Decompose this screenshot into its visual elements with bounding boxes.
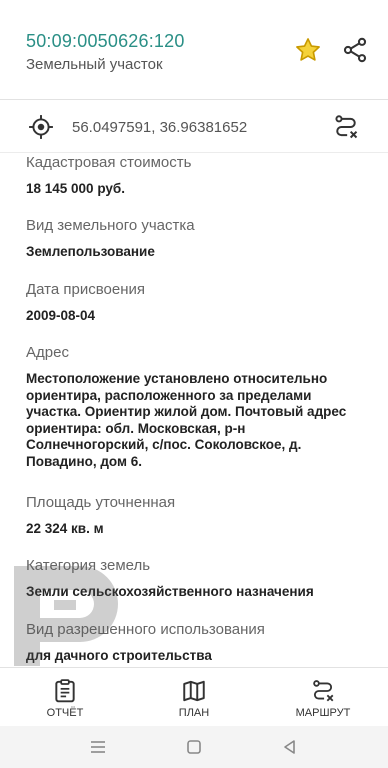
- report-icon: [55, 679, 75, 703]
- nav-report-button[interactable]: ОТЧЁТ: [15, 668, 115, 726]
- field-cadastral-cost: Кадастровая стоимость 18 145 000 руб.: [26, 153, 366, 198]
- field-permitted-use: Вид разрешенного использования для дачно…: [26, 620, 366, 665]
- map-icon: [183, 680, 205, 702]
- cadastral-number: 50:09:0050626:120: [26, 31, 185, 51]
- field-label: Категория земель: [26, 557, 151, 574]
- header: 50:09:0050626:120 Земельный участок: [0, 0, 388, 100]
- field-area: Площадь уточненная 22 324 кв. м: [26, 493, 366, 538]
- field-address: Адрес Местоположение установлено относит…: [26, 343, 366, 470]
- back-icon[interactable]: [280, 737, 300, 757]
- coordinates-text[interactable]: 56.0497591, 36.96381652: [72, 119, 247, 136]
- field-label: Вид земельного участка: [26, 217, 195, 234]
- menu-icon[interactable]: [88, 737, 108, 757]
- share-icon[interactable]: [341, 36, 369, 64]
- nav-route-button[interactable]: МАРШРУТ: [273, 668, 373, 726]
- home-icon[interactable]: [184, 737, 204, 757]
- field-label: Вид разрешенного использования: [26, 621, 265, 638]
- star-icon[interactable]: [294, 36, 322, 64]
- details-list: Кадастровая стоимость 18 145 000 руб. Ви…: [26, 153, 366, 665]
- field-land-category: Категория земель Земли сельскохозяйствен…: [26, 556, 366, 601]
- field-label: Адрес: [26, 344, 69, 361]
- field-label: Площадь уточненная: [26, 494, 176, 511]
- nav-label: МАРШРУТ: [295, 707, 351, 719]
- crosshair-icon[interactable]: [28, 114, 54, 140]
- system-navigation-bar: [0, 726, 388, 768]
- coordinates-bar: 56.0497591, 36.96381652: [0, 101, 388, 153]
- field-assigned-date: Дата присвоения 2009-08-04: [26, 280, 366, 325]
- route-icon: [313, 680, 334, 702]
- field-value: Местоположение установлено относительно …: [26, 371, 347, 469]
- field-value: 2009-08-04: [26, 308, 96, 323]
- field-label: Кадастровая стоимость: [26, 154, 192, 171]
- object-type: Земельный участок: [26, 56, 163, 73]
- field-value: для дачного строительства: [26, 648, 212, 663]
- bottom-navigation: ОТЧЁТ ПЛАН МАРШРУТ: [0, 667, 388, 725]
- field-value: 18 145 000 руб.: [26, 181, 125, 196]
- field-land-type: Вид земельного участка Землепользование: [26, 216, 366, 261]
- field-value: 22 324 кв. м: [26, 521, 104, 536]
- nav-plan-button[interactable]: ПЛАН: [144, 668, 244, 726]
- route-icon[interactable]: [332, 113, 360, 141]
- field-label: Дата присвоения: [26, 281, 145, 298]
- nav-label: ПЛАН: [178, 707, 210, 719]
- field-value: Землепользование: [26, 244, 155, 259]
- field-value: Земли сельскохозяйственного назначения: [26, 584, 314, 599]
- nav-label: ОТЧЁТ: [46, 707, 84, 719]
